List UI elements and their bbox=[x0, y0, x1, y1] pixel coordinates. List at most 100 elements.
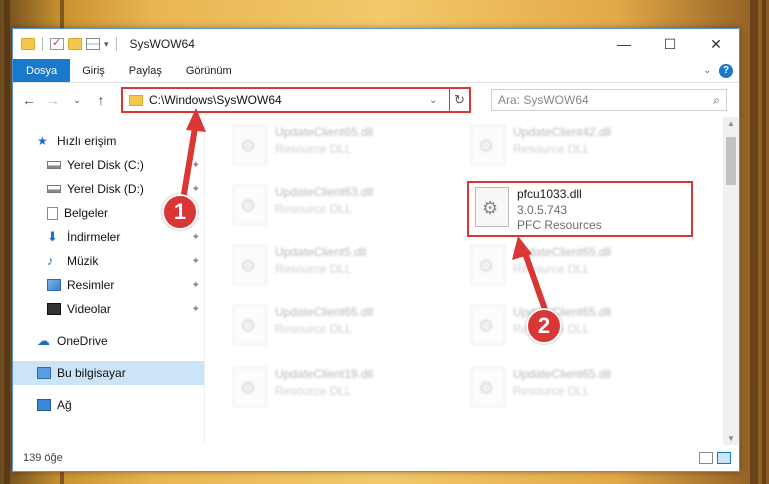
pictures-icon bbox=[47, 279, 61, 291]
file-list: UpdateClient65.dll Resource DLL UpdateCli… bbox=[205, 117, 739, 445]
minimize-button[interactable]: — bbox=[601, 29, 647, 59]
ribbon-controls: ⌄ ? bbox=[703, 59, 739, 82]
sidebar-item-music[interactable]: ♪ Müzik ✦ bbox=[13, 249, 204, 273]
pin-icon[interactable]: ✦ bbox=[192, 160, 200, 171]
details-view-button[interactable] bbox=[699, 452, 713, 464]
dll-file-icon bbox=[475, 187, 509, 227]
item-count: 139 öğe bbox=[23, 452, 63, 464]
tiles-view-button[interactable] bbox=[717, 452, 731, 464]
file-description: Resource DLL bbox=[275, 262, 352, 276]
sidebar-item-label: Yerel Disk (C:) bbox=[67, 158, 144, 172]
refresh-button[interactable]: ↻ bbox=[449, 89, 469, 111]
customize-icon[interactable] bbox=[86, 38, 100, 50]
sidebar-item-network[interactable]: Ağ bbox=[13, 393, 204, 417]
properties-check-icon[interactable] bbox=[50, 36, 64, 50]
sidebar-item-label: Belgeler bbox=[64, 206, 109, 220]
file-description: Resource DLL bbox=[513, 384, 590, 398]
tab-home[interactable]: Giriş bbox=[70, 59, 117, 82]
file-name: UpdateClient19.dll bbox=[275, 367, 374, 381]
help-icon[interactable]: ? bbox=[719, 63, 733, 78]
close-button[interactable]: ✕ bbox=[693, 29, 739, 59]
sidebar-item-label: Hızlı erişim bbox=[57, 134, 117, 148]
search-box[interactable]: Ara: SysWOW64 ⌕ bbox=[491, 89, 727, 111]
tab-view[interactable]: Görünüm bbox=[174, 59, 244, 82]
dll-file-icon bbox=[233, 367, 267, 407]
drive-icon bbox=[47, 161, 61, 169]
sidebar-item-videos[interactable]: Videolar ✦ bbox=[13, 297, 204, 321]
status-bar: 139 öğe bbox=[13, 445, 739, 471]
forward-button[interactable]: → bbox=[43, 92, 63, 108]
file-name: UpdateClient42.dll bbox=[513, 125, 612, 139]
main-area: ★ Hızlı erişim Yerel Disk (C:) ✦ Yerel D… bbox=[13, 117, 739, 445]
file-name: UpdateClient65.dll bbox=[513, 367, 612, 381]
pin-icon[interactable]: ✦ bbox=[192, 256, 200, 267]
new-folder-icon[interactable] bbox=[68, 38, 82, 50]
sidebar-item-this-pc[interactable]: Bu bilgisayar bbox=[13, 361, 204, 385]
dropdown-arrow-icon[interactable]: ▾ bbox=[104, 39, 109, 50]
navigation-pane: ★ Hızlı erişim Yerel Disk (C:) ✦ Yerel D… bbox=[13, 117, 205, 445]
scroll-up-icon[interactable]: ▲ bbox=[723, 119, 739, 128]
sidebar-item-local-disk-c[interactable]: Yerel Disk (C:) ✦ bbox=[13, 153, 204, 177]
step-badge-1: 1 bbox=[162, 194, 198, 230]
tab-file[interactable]: Dosya bbox=[13, 59, 71, 82]
file-description: Resource DLL bbox=[513, 142, 590, 156]
sidebar-item-quick-access[interactable]: ★ Hızlı erişim bbox=[13, 129, 204, 153]
file-item-pfcu1033[interactable]: pfcu1033.dll 3.0.5.743 PFC Resources bbox=[467, 181, 693, 237]
separator bbox=[42, 37, 43, 51]
up-button[interactable]: ↑ bbox=[91, 92, 111, 108]
sidebar-item-label: OneDrive bbox=[57, 334, 108, 348]
tab-share[interactable]: Paylaş bbox=[117, 59, 174, 82]
maximize-button[interactable]: ☐ bbox=[647, 29, 693, 59]
file-item[interactable]: UpdateClient65.dllResource DLL bbox=[233, 125, 453, 175]
pin-icon[interactable]: ✦ bbox=[192, 304, 200, 315]
view-toggle bbox=[699, 452, 739, 464]
sidebar-item-label: Bu bilgisayar bbox=[57, 366, 126, 380]
address-bar[interactable]: C:\Windows\SysWOW64 ⌄ ↻ bbox=[121, 87, 471, 113]
folder-icon bbox=[129, 94, 143, 106]
dll-file-icon bbox=[471, 245, 505, 285]
file-item[interactable]: UpdateClient42.dll Resource DLL bbox=[471, 125, 691, 175]
file-item[interactable]: UpdateClient65.dllResource DLL bbox=[471, 245, 691, 295]
file-name: UpdateClient5.dll bbox=[275, 245, 367, 259]
sidebar-item-onedrive[interactable]: ☁ OneDrive bbox=[13, 329, 204, 353]
dll-file-icon bbox=[233, 125, 267, 165]
scroll-thumb[interactable] bbox=[726, 137, 736, 185]
scroll-down-icon[interactable]: ▼ bbox=[723, 434, 739, 443]
file-item[interactable]: UpdateClient65.dllResource DLL bbox=[471, 305, 691, 355]
vertical-scrollbar[interactable]: ▲ ▼ bbox=[723, 117, 739, 445]
file-item[interactable]: UpdateClient65.dll Resource DLL bbox=[471, 367, 691, 417]
recent-locations-icon[interactable]: ⌄ bbox=[67, 95, 87, 106]
cloud-icon: ☁ bbox=[37, 333, 50, 348]
navigation-bar: ← → ⌄ ↑ C:\Windows\SysWOW64 ⌄ ↻ Ara: Sys… bbox=[13, 83, 739, 117]
back-button[interactable]: ← bbox=[19, 92, 39, 108]
dll-file-icon bbox=[233, 245, 267, 285]
file-item[interactable]: UpdateClient5.dll Resource DLL bbox=[233, 245, 453, 295]
window-controls: — ☐ ✕ bbox=[601, 29, 739, 59]
address-path[interactable]: C:\Windows\SysWOW64 bbox=[149, 93, 423, 107]
file-name: UpdateClient63.dll bbox=[275, 185, 374, 199]
chevron-down-icon[interactable]: ⌄ bbox=[429, 95, 443, 106]
sidebar-item-label: Ağ bbox=[57, 398, 72, 412]
file-description: Resource DLL bbox=[275, 384, 352, 398]
search-icon[interactable]: ⌕ bbox=[713, 93, 720, 108]
file-item[interactable]: UpdateClient63.dll Resource DLL bbox=[233, 185, 453, 235]
separator bbox=[115, 37, 117, 51]
pin-icon[interactable]: ✦ bbox=[192, 280, 200, 291]
dll-file-icon bbox=[233, 305, 267, 345]
expand-ribbon-icon[interactable]: ⌄ bbox=[703, 65, 711, 76]
search-input[interactable]: Ara: SysWOW64 bbox=[498, 93, 713, 107]
sidebar-item-pictures[interactable]: Resimler ✦ bbox=[13, 273, 204, 297]
dll-file-icon bbox=[471, 367, 505, 407]
video-icon bbox=[47, 303, 61, 315]
file-description: Resource DLL bbox=[513, 262, 590, 276]
file-item[interactable]: UpdateClient19.dll Resource DLL bbox=[233, 367, 453, 417]
sidebar-item-label: Resimler bbox=[67, 278, 115, 292]
pin-icon[interactable]: ✦ bbox=[192, 232, 200, 243]
pin-icon[interactable]: ✦ bbox=[192, 184, 200, 195]
download-icon: ⬇ bbox=[47, 229, 58, 244]
file-name: pfcu1033.dll bbox=[517, 187, 582, 201]
music-icon: ♪ bbox=[47, 253, 54, 268]
file-item[interactable]: UpdateClient65.dllResource DLL bbox=[233, 305, 453, 355]
sidebar-item-label: Yerel Disk (D:) bbox=[67, 182, 144, 196]
step-badge-2: 2 bbox=[526, 308, 562, 344]
